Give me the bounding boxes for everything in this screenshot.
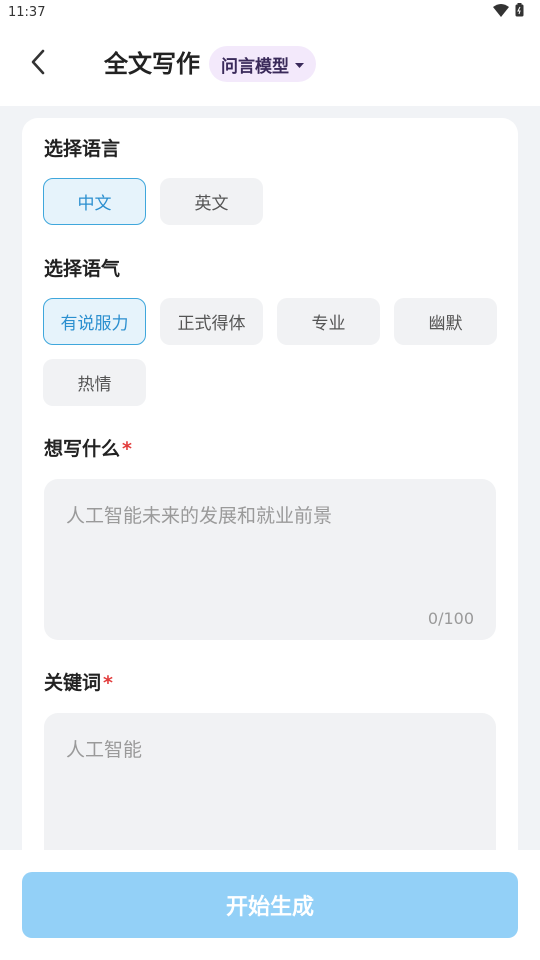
- status-icons: [493, 3, 524, 21]
- keywords-textarea[interactable]: 人工智能: [44, 713, 496, 850]
- topic-section-title: 想写什么 *: [44, 434, 132, 461]
- model-selector-label: 问言模型: [221, 56, 289, 77]
- form-card: 选择语言 中文 英文 选择语气 有说服力 正式得体 专业 幽默 热情 想写什么 *…: [22, 118, 518, 850]
- back-button[interactable]: [24, 49, 52, 79]
- topic-char-counter: 0/100: [427, 609, 474, 628]
- topic-placeholder: 人工智能未来的发展和就业前景: [66, 505, 333, 527]
- header: 全文写作 问言模型: [0, 24, 540, 106]
- keywords-section-title: 关键词 *: [44, 668, 113, 695]
- wifi-icon: [493, 3, 509, 21]
- status-bar: 11:37: [0, 0, 540, 24]
- chevron-left-icon: [30, 49, 46, 79]
- bottom-bar: 开始生成: [0, 850, 540, 960]
- tone-option-professional[interactable]: 专业: [277, 298, 380, 345]
- page-title: 全文写作: [104, 50, 200, 78]
- keywords-placeholder: 人工智能: [66, 739, 143, 761]
- caret-down-icon: [295, 54, 304, 74]
- content-area[interactable]: 选择语言 中文 英文 选择语气 有说服力 正式得体 专业 幽默 热情 想写什么 *…: [0, 106, 540, 850]
- language-option-chinese[interactable]: 中文: [43, 178, 146, 225]
- battery-icon: [515, 3, 524, 21]
- tone-option-persuasive[interactable]: 有说服力: [43, 298, 146, 345]
- keywords-title-text: 关键词: [44, 672, 102, 694]
- start-generate-button[interactable]: 开始生成: [22, 872, 518, 938]
- topic-textarea[interactable]: 人工智能未来的发展和就业前景 0/100: [44, 479, 496, 640]
- tone-section-title: 选择语气: [44, 258, 121, 280]
- required-mark: *: [122, 438, 132, 460]
- language-section-title: 选择语言: [44, 138, 121, 160]
- tone-option-formal[interactable]: 正式得体: [160, 298, 263, 345]
- tone-option-humorous[interactable]: 幽默: [394, 298, 497, 345]
- topic-title-text: 想写什么: [44, 438, 121, 460]
- model-selector[interactable]: 问言模型: [209, 46, 316, 82]
- language-option-english[interactable]: 英文: [160, 178, 263, 225]
- required-mark: *: [103, 672, 113, 694]
- status-time: 11:37: [8, 4, 46, 20]
- tone-option-enthusiastic[interactable]: 热情: [43, 359, 146, 406]
